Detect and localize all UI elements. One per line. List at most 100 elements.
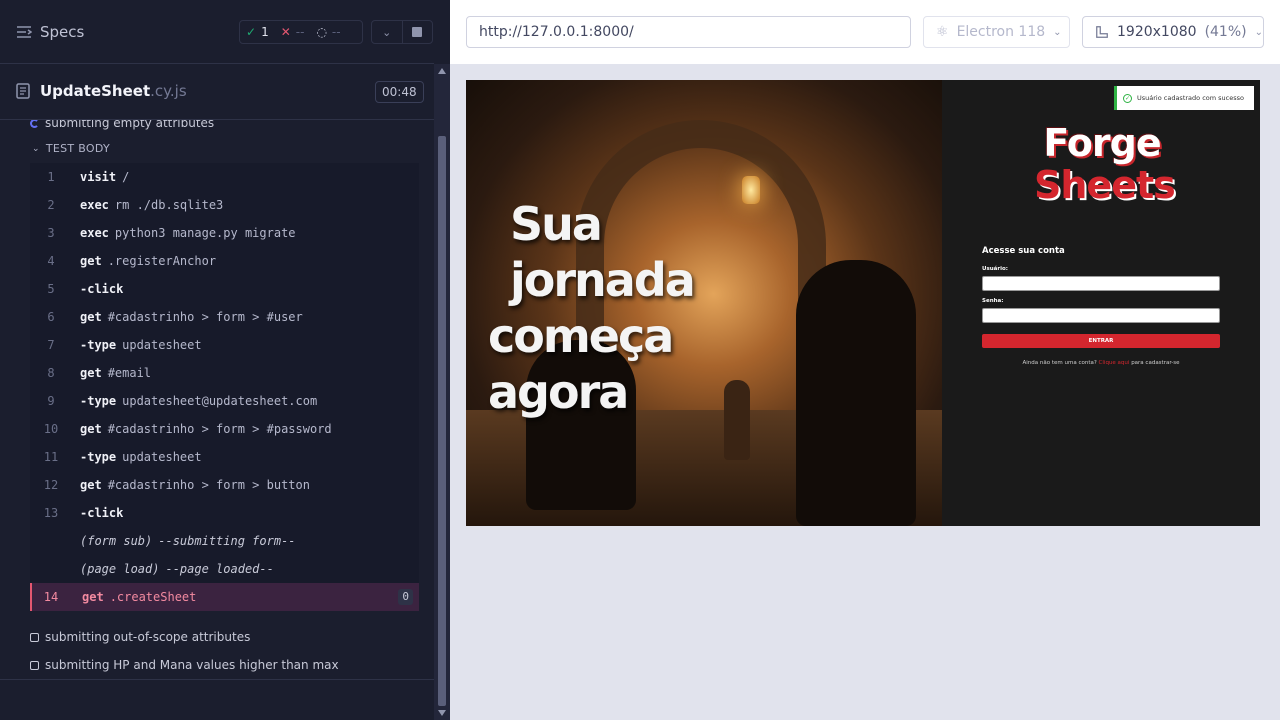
command-name-text: -click — [80, 282, 124, 296]
browser-label: Electron 118 — [956, 24, 1046, 40]
command-name: visit / — [80, 170, 129, 184]
command-row[interactable]: 6 get #cadastrinho > form > #user — [30, 303, 419, 331]
spec-file-header: UpdateSheet.cy.js 00:48 — [0, 64, 434, 120]
command-arg: --submitting form-- — [158, 534, 296, 548]
collapse-button[interactable]: ⌄ — [372, 21, 403, 43]
command-row[interactable]: 3 exec python3 manage.py migrate — [30, 219, 419, 247]
command-name-text: exec — [80, 226, 109, 240]
pending-test-icon — [30, 632, 39, 642]
scroll-down-icon[interactable] — [438, 710, 446, 716]
reporter-header: Specs ✓ 1 ✕ -- ◌ -- ⌄ — [0, 0, 434, 64]
signup-link[interactable]: Clique aqui — [1099, 360, 1130, 366]
command-row[interactable]: (form sub) --submitting form-- — [30, 527, 419, 555]
command-name: get #email — [80, 366, 151, 380]
command-row[interactable]: 4 get .registerAnchor — [30, 247, 419, 275]
command-name-text: -type — [80, 450, 117, 464]
command-name-text: -type — [80, 394, 117, 408]
command-row[interactable]: 10 get #cadastrinho > form > #password — [30, 415, 419, 443]
command-line-number: 7 — [47, 338, 55, 352]
password-input[interactable] — [982, 308, 1220, 323]
command-name-text: -click — [80, 506, 124, 520]
hero-image: Sua jornada começa agora — [466, 80, 942, 526]
url-bar[interactable]: http://127.0.0.1:8000/ — [466, 16, 911, 48]
command-name: get #cadastrinho > form > button — [80, 478, 310, 492]
command-arg: updatesheet@updatesheet.com — [122, 394, 318, 408]
viewport-size: 1920x1080 — [1117, 24, 1197, 40]
command-line-number: 1 — [47, 170, 55, 184]
logo-word-1: Forge — [1043, 121, 1161, 165]
command-row[interactable]: 11 -type updatesheet — [30, 443, 419, 471]
test-item[interactable]: submitting out-of-scope attributes — [30, 630, 250, 644]
test-body-header[interactable]: ⌄ TEST BODY — [32, 142, 110, 155]
command-line-number: 6 — [47, 310, 55, 324]
specs-list-icon — [17, 26, 32, 38]
command-name-text: exec — [80, 198, 109, 212]
command-line-number: 11 — [43, 450, 59, 464]
current-test-title[interactable]: submitting empty attributes — [30, 120, 214, 130]
command-name-text: visit — [80, 170, 117, 184]
document-icon — [16, 83, 30, 99]
pending-stat: ◌ -- — [310, 25, 346, 39]
ruler-icon — [1096, 26, 1108, 38]
command-line-number: 13 — [43, 506, 59, 520]
command-name: (form sub) --submitting form-- — [80, 534, 296, 548]
chevron-down-icon: ⌄ — [1254, 26, 1263, 38]
chevron-down-icon: ⌄ — [1053, 26, 1062, 38]
command-row[interactable]: 5 -click — [30, 275, 419, 303]
command-line-number: 5 — [47, 282, 55, 296]
reporter-scrollbar[interactable] — [434, 64, 450, 720]
command-arg: #cadastrinho > form > #user — [107, 310, 303, 324]
toast-message: Usuário cadastrado com sucesso — [1137, 94, 1244, 102]
run-duration: 00:48 — [375, 81, 424, 103]
command-row[interactable]: (page load) --page loaded-- — [30, 555, 419, 583]
test-list: submitting empty attributes ⌄ TEST BODY … — [0, 120, 434, 680]
pending-count: -- — [331, 25, 341, 39]
command-arg: #cadastrinho > form > #password — [107, 422, 332, 436]
viewport-selector[interactable]: 1920x1080 (41%) ⌄ — [1082, 16, 1264, 48]
reporter-footer-divider — [0, 679, 434, 680]
user-label: Usuário: — [982, 266, 1008, 272]
user-input[interactable] — [982, 276, 1220, 291]
browser-selector[interactable]: ⚛ Electron 118 ⌄ — [923, 16, 1070, 48]
command-name: -type updatesheet — [80, 450, 202, 464]
hero-line-2: começa agora — [488, 309, 674, 419]
spec-file-name[interactable]: UpdateSheet.cy.js — [40, 82, 187, 100]
command-row[interactable]: 9 -type updatesheet@updatesheet.com — [30, 387, 419, 415]
specs-label: Specs — [40, 23, 85, 41]
login-button[interactable]: ENTRAR — [982, 334, 1220, 348]
app-iframe[interactable]: Sua jornada começa agora ✓ Usuário cadas… — [466, 80, 1260, 526]
command-name: -click — [80, 506, 129, 520]
command-row-active[interactable]: 14 get .createSheet 0 — [30, 583, 419, 611]
stop-button[interactable] — [403, 21, 433, 43]
command-arg: python3 manage.py migrate — [114, 226, 296, 240]
command-row[interactable]: 12 get #cadastrinho > form > button — [30, 471, 419, 499]
hero-figure-warrior — [796, 260, 916, 526]
command-name: exec python3 manage.py migrate — [80, 226, 296, 240]
failed-count: -- — [295, 25, 305, 39]
success-toast[interactable]: ✓ Usuário cadastrado com sucesso — [1114, 86, 1254, 110]
test-item[interactable]: submitting HP and Mana values higher tha… — [30, 658, 339, 672]
running-spinner-icon — [30, 120, 39, 128]
specs-button[interactable]: Specs — [16, 20, 84, 44]
spec-file-basename: UpdateSheet — [40, 82, 151, 100]
electron-icon: ⚛ — [936, 24, 949, 40]
hero-headline: Sua jornada começa agora — [488, 196, 788, 420]
test-item-label: submitting out-of-scope attributes — [45, 630, 251, 644]
command-row[interactable]: 2 exec rm ./db.sqlite3 — [30, 191, 419, 219]
scroll-up-icon[interactable] — [438, 68, 446, 74]
logo-word-2: Sheets — [1034, 163, 1176, 207]
command-line-number: 4 — [47, 254, 55, 268]
command-row[interactable]: 7 -type updatesheet — [30, 331, 419, 359]
command-row[interactable]: 1 visit / — [30, 163, 419, 191]
command-row[interactable]: 8 get #email — [30, 359, 419, 387]
command-name: get #cadastrinho > form > #password — [80, 422, 332, 436]
command-name-text: get — [82, 590, 104, 604]
command-line-number: 12 — [43, 478, 59, 492]
command-list: 1 visit / 2 exec rm ./db.sqlite3 3 exec python3 … — [30, 163, 419, 611]
command-name-text: get — [80, 422, 102, 436]
command-arg: #cadastrinho > form > button — [107, 478, 310, 492]
command-line-number: 2 — [47, 198, 55, 212]
command-row[interactable]: 13 -click — [30, 499, 419, 527]
test-stats: ✓ 1 ✕ -- ◌ -- — [239, 20, 363, 44]
scrollbar-thumb[interactable] — [438, 136, 446, 706]
